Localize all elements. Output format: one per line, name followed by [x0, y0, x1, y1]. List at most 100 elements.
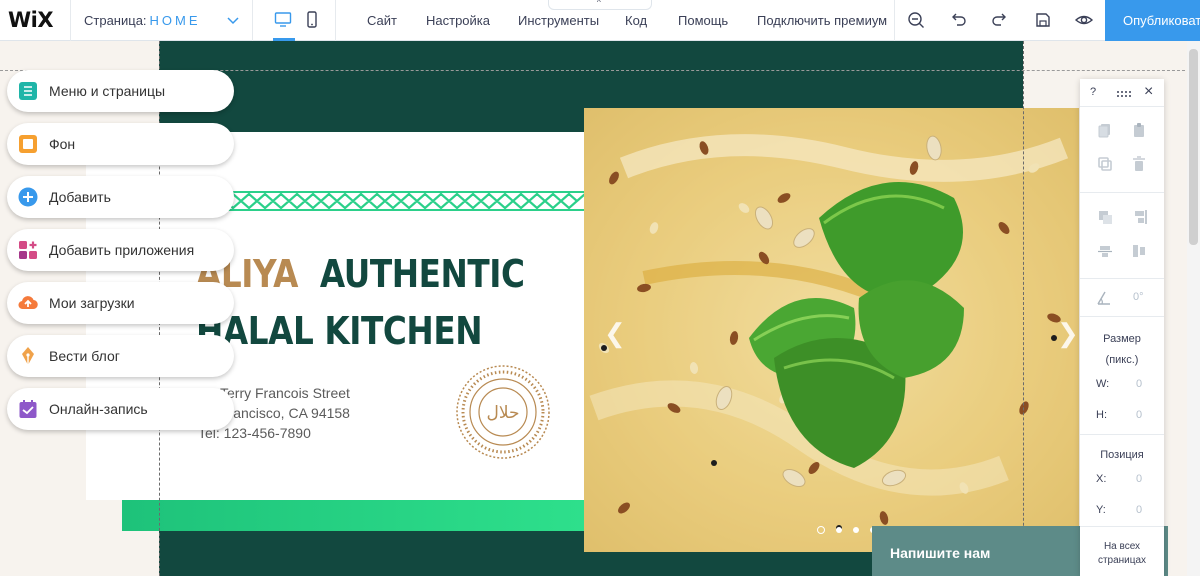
add-apps-button[interactable]: Добавить приложения	[7, 229, 234, 271]
redo-icon[interactable]	[990, 10, 1010, 30]
rotate-section: 0°	[1080, 278, 1164, 316]
site-title-line2[interactable]: HALAL KITCHEN	[196, 309, 483, 353]
page-selector-label: Страница:	[84, 13, 147, 28]
page-selector-value: HOME	[149, 13, 201, 28]
pages-icon	[19, 82, 37, 100]
menu-pages-label: Меню и страницы	[49, 83, 166, 99]
gallery-prev-arrow[interactable]: ❮	[604, 318, 626, 349]
gallery-next-arrow[interactable]: ❯	[1057, 318, 1079, 349]
match-size-icon[interactable]	[1131, 243, 1147, 259]
blog-icon	[22, 347, 34, 365]
halal-seal-icon[interactable]: حلال	[455, 364, 551, 460]
divider	[70, 0, 71, 41]
gallery-dot-2[interactable]	[836, 527, 842, 533]
desktop-view-icon[interactable]	[274, 10, 292, 30]
menu-code[interactable]: Код	[625, 13, 647, 28]
add-icon	[18, 187, 38, 207]
y-value[interactable]: 0	[1136, 504, 1142, 516]
size-section: Размер (пикс.) W: 0 H: 0	[1080, 316, 1164, 434]
distribute-icon[interactable]	[1097, 243, 1113, 259]
duplicate-icon[interactable]	[1097, 156, 1113, 172]
height-value[interactable]: 0	[1136, 409, 1142, 421]
width-value[interactable]: 0	[1136, 378, 1142, 390]
divider	[894, 0, 895, 41]
desktop-active-indicator	[273, 38, 295, 41]
gallery-dot-3[interactable]	[853, 527, 859, 533]
background-icon	[19, 135, 37, 153]
hummus-gallery-image[interactable]	[584, 108, 1079, 552]
y-label: Y:	[1096, 504, 1106, 516]
uploads-label: Мои загрузки	[49, 295, 135, 311]
mobile-view-icon[interactable]	[303, 10, 321, 30]
uploads-button[interactable]: Мои загрузки	[7, 282, 234, 324]
menu-site[interactable]: Сайт	[367, 13, 397, 28]
hummus-photo	[584, 108, 1079, 552]
x-label: X:	[1096, 473, 1107, 485]
site-title-word: AUTHENTIC	[319, 252, 525, 296]
align-right-icon[interactable]	[1131, 209, 1147, 225]
rotation-value[interactable]: 0°	[1133, 291, 1144, 303]
width-label: W:	[1096, 378, 1110, 390]
blog-button[interactable]: Вести блог	[7, 335, 234, 377]
page-selector[interactable]: Страница: HOME	[84, 13, 239, 28]
arrange-icon[interactable]	[1097, 209, 1113, 225]
uploads-icon	[18, 296, 38, 310]
scrollbar-thumb[interactable]	[1189, 49, 1198, 245]
arrange-section	[1080, 192, 1164, 278]
height-label: H:	[1096, 409, 1107, 421]
save-icon[interactable]	[1033, 10, 1053, 30]
size-unit: (пикс.)	[1105, 354, 1139, 366]
chevron-down-icon	[227, 17, 239, 25]
booking-icon	[19, 400, 37, 418]
background-label: Фон	[49, 136, 76, 152]
add-apps-label: Добавить приложения	[49, 242, 195, 258]
toolbar-collapse-tab[interactable]: ^	[548, 0, 652, 10]
divider	[252, 0, 253, 41]
blog-label: Вести блог	[49, 348, 120, 364]
add-button[interactable]: Добавить	[7, 176, 234, 218]
wix-logo[interactable]: WiX	[8, 8, 54, 32]
menu-settings[interactable]: Настройка	[426, 13, 490, 28]
menu-upgrade[interactable]: Подключить премиум	[757, 13, 887, 28]
booking-label: Онлайн-запись	[49, 401, 148, 417]
canvas-scrollbar[interactable]	[1187, 41, 1200, 576]
menu-tools[interactable]: Инструменты	[518, 13, 599, 28]
undo-icon[interactable]	[948, 10, 968, 30]
preview-icon[interactable]	[1074, 10, 1094, 30]
gridline-right	[1023, 41, 1024, 576]
divider	[335, 0, 336, 41]
all-pages-label-2: страницах	[1097, 555, 1147, 566]
seal-text: حلال	[486, 403, 519, 423]
copy-icon[interactable]	[1097, 122, 1113, 138]
site-title-line1[interactable]: ALIYA AUTHENTIC	[196, 252, 525, 296]
gallery-dots	[817, 526, 876, 534]
all-pages-label-1: На всех	[1103, 541, 1141, 552]
paste-icon[interactable]	[1131, 122, 1147, 138]
green-accent-bar[interactable]	[122, 500, 592, 531]
apps-icon	[19, 241, 37, 259]
help-icon[interactable]: ?	[1090, 86, 1096, 98]
properties-toolbar: ? × 0° Размер (пикс.) W: 0 H: 0 Позиция …	[1080, 79, 1164, 576]
edit-actions-section	[1080, 106, 1164, 192]
background-button[interactable]: Фон	[7, 123, 234, 165]
menu-help[interactable]: Помощь	[678, 13, 728, 28]
drag-handle-icon[interactable]	[1116, 87, 1132, 103]
rotate-icon[interactable]	[1096, 290, 1112, 306]
zoom-out-icon[interactable]	[906, 10, 926, 30]
address-line2[interactable]: Francisco, CA 94158	[220, 405, 350, 421]
delete-icon[interactable]	[1131, 156, 1147, 172]
position-title: Позиция	[1100, 449, 1144, 461]
publish-button[interactable]: Опубликоват	[1105, 0, 1200, 41]
booking-button[interactable]: Онлайн-запись	[7, 388, 234, 430]
gallery-dot-1[interactable]	[817, 526, 825, 534]
chevron-up-icon: ^	[597, 0, 601, 7]
close-icon[interactable]: ×	[1144, 83, 1153, 101]
menu-pages-button[interactable]: Меню и страницы	[7, 70, 234, 112]
ornament-pattern[interactable]	[225, 188, 585, 214]
all-pages-section[interactable]: На всех страницах	[1080, 526, 1164, 576]
address-line1[interactable]: Terry Francois Street	[220, 385, 350, 401]
x-value[interactable]: 0	[1136, 473, 1142, 485]
position-section: Позиция X: 0 Y: 0	[1080, 434, 1164, 526]
size-title: Размер	[1103, 333, 1141, 345]
add-label: Добавить	[49, 189, 111, 205]
